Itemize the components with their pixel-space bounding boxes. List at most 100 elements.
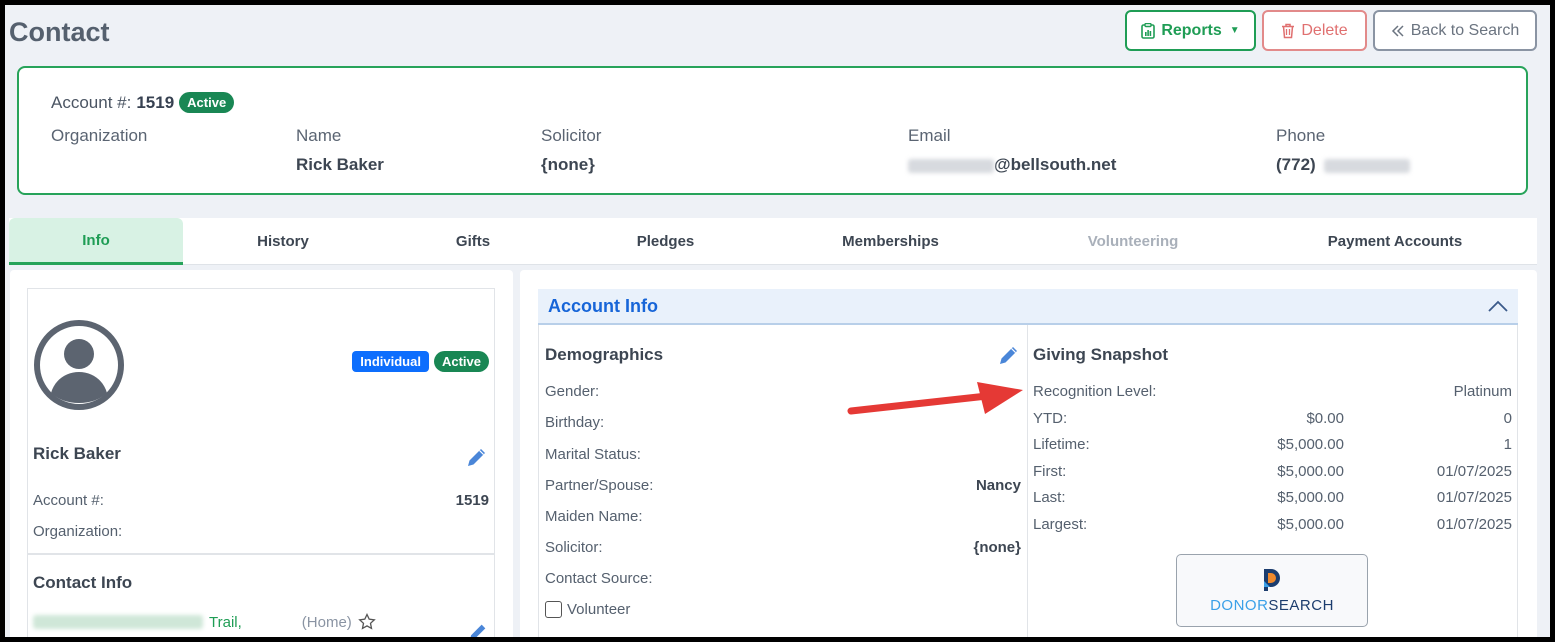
back-label: Back to Search — [1410, 21, 1520, 39]
first-date: 01/07/2025 — [1436, 463, 1512, 480]
star-icon[interactable] — [358, 613, 376, 631]
redacted-email-user — [908, 158, 994, 173]
user-avatar-icon — [34, 320, 124, 410]
birthday-label: Birthday: — [545, 414, 605, 431]
double-chevron-left-icon — [1391, 24, 1404, 37]
email-column: Email @bellsouth.net — [908, 126, 1116, 175]
phone-area-code: (772) — [1276, 155, 1316, 174]
volunteer-row: Volunteer — [545, 601, 1021, 618]
address-type: (Home) — [301, 613, 352, 631]
giving-row-lifetime: Lifetime: $5,000.00 1 — [1033, 436, 1512, 456]
giving-snapshot-title: Giving Snapshot — [1033, 345, 1169, 364]
edit-profile-pencil-icon[interactable] — [465, 445, 489, 474]
giving-row-first: First: $5,000.00 01/07/2025 — [1033, 463, 1512, 483]
organization-label: Organization — [51, 126, 148, 145]
trash-icon — [1282, 23, 1295, 38]
profile-panel: Individual Active Rick Baker Account #: … — [10, 270, 513, 637]
phone-label: Phone — [1276, 126, 1326, 145]
first-label: First: — [1033, 463, 1067, 480]
edit-contact-pencil-icon[interactable] — [467, 621, 489, 637]
individual-badge: Individual — [352, 351, 429, 372]
email-value[interactable]: @bellsouth.net — [908, 155, 1116, 175]
partner-value: Nancy — [975, 477, 1021, 494]
ytd-amount: $0.00 — [1306, 410, 1344, 427]
delete-label: Delete — [1301, 21, 1348, 39]
lifetime-amount: $5,000.00 — [1277, 436, 1344, 453]
donorsearch-text-search: SEARCH — [1268, 597, 1334, 614]
last-date: 01/07/2025 — [1436, 489, 1512, 506]
name-column: Name Rick Baker — [296, 126, 384, 175]
donorsearch-button[interactable]: DONORSEARCH — [1176, 554, 1368, 627]
edit-demographics-pencil-icon[interactable] — [997, 343, 1021, 372]
status-badge: Active — [179, 92, 235, 113]
profile-badges: Individual Active — [352, 351, 489, 372]
ytd-label: YTD: — [1033, 410, 1068, 427]
tab-history[interactable]: History — [183, 218, 383, 265]
reports-button[interactable]: Reports ▼ — [1125, 10, 1256, 51]
last-amount: $5,000.00 — [1277, 489, 1344, 506]
donorsearch-wordmark: DONORSEARCH — [1210, 597, 1334, 614]
email-domain: @bellsouth.net — [994, 155, 1117, 174]
redacted-address — [33, 615, 203, 629]
account-summary-card: Account #: 1519 Active Organization Name… — [17, 66, 1528, 195]
name-value: Rick Baker — [296, 155, 384, 174]
chevron-up-icon[interactable] — [1488, 300, 1508, 312]
first-amount: $5,000.00 — [1277, 463, 1344, 480]
contact-tabs: Info History Gifts Pledges Memberships V… — [9, 218, 1537, 265]
largest-label: Largest: — [1033, 516, 1088, 533]
contact-info-title: Contact Info — [33, 573, 133, 592]
tab-payment-accounts[interactable]: Payment Accounts — [1253, 218, 1537, 265]
active-badge: Active — [433, 351, 489, 372]
partner-row: Partner/Spouse: Nancy — [545, 477, 1021, 494]
contact-info-card: Contact Info Trail, (Home) — [27, 554, 495, 637]
solicitor-row: Solicitor: {none} — [545, 539, 1021, 556]
solicitor-label: Solicitor — [541, 126, 602, 145]
demographics-section: Demographics Gender: Birthday: Marital S… — [538, 325, 1028, 637]
back-to-search-button[interactable]: Back to Search — [1373, 10, 1537, 51]
account-label: Account #: — [51, 92, 132, 112]
maiden-name-row: Maiden Name: — [545, 508, 1021, 525]
phone-value[interactable]: (772) — [1276, 155, 1411, 175]
organization-column: Organization — [51, 126, 147, 155]
tab-volunteering: Volunteering — [1087, 233, 1179, 250]
name-label: Name — [296, 126, 342, 145]
phone-column: Phone (772) — [1276, 126, 1411, 175]
gender-label: Gender: — [545, 383, 600, 400]
giving-row-last: Last: $5,000.00 01/07/2025 — [1033, 489, 1512, 509]
solicitor-column: Solicitor {none} — [541, 126, 601, 175]
tab-gifts[interactable]: Gifts — [383, 218, 563, 265]
clipboard-chart-icon — [1141, 22, 1156, 39]
profile-name: Rick Baker — [33, 444, 121, 463]
profile-account-row: Account #: 1519 — [33, 492, 489, 509]
app-frame: Contact Reports ▼ Delete Back to Search … — [5, 5, 1550, 637]
delete-button[interactable]: Delete — [1262, 10, 1367, 51]
redacted-phone-number — [1324, 158, 1411, 173]
volunteer-checkbox[interactable] — [545, 601, 562, 618]
account-number: 1519 — [136, 92, 175, 112]
email-label: Email — [908, 126, 951, 145]
account-info-title: Account Info — [548, 295, 658, 316]
giving-snapshot-section: Giving Snapshot Recognition Level: Plati… — [1028, 325, 1518, 637]
profile-organization-row: Organization: — [33, 523, 489, 540]
largest-date: 01/07/2025 — [1436, 516, 1512, 533]
profile-card: Individual Active Rick Baker Account #: … — [27, 288, 495, 554]
donorsearch-logo-icon — [1264, 569, 1280, 591]
tab-memberships[interactable]: Memberships — [768, 218, 1013, 265]
account-info-header[interactable]: Account Info — [538, 289, 1518, 325]
demographics-title: Demographics — [545, 345, 664, 364]
reports-label: Reports — [1161, 21, 1222, 39]
volunteer-label: Volunteer — [567, 601, 631, 618]
solicitor-value: {none} — [541, 155, 595, 174]
profile-account-label: Account #: — [33, 492, 104, 509]
donorsearch-text-donor: DONOR — [1210, 597, 1269, 614]
profile-account-value: 1519 — [455, 492, 489, 509]
largest-amount: $5,000.00 — [1277, 516, 1344, 533]
page-title: Contact — [9, 17, 110, 47]
address-suffix[interactable]: Trail, — [209, 614, 242, 631]
tab-info[interactable]: Info — [9, 218, 183, 265]
contact-source-row: Contact Source: — [545, 570, 1021, 587]
solicitor-row-label: Solicitor: — [545, 539, 603, 556]
tab-pledges[interactable]: Pledges — [563, 218, 768, 265]
lifetime-label: Lifetime: — [1033, 436, 1090, 453]
marital-status-label: Marital Status: — [545, 446, 641, 463]
